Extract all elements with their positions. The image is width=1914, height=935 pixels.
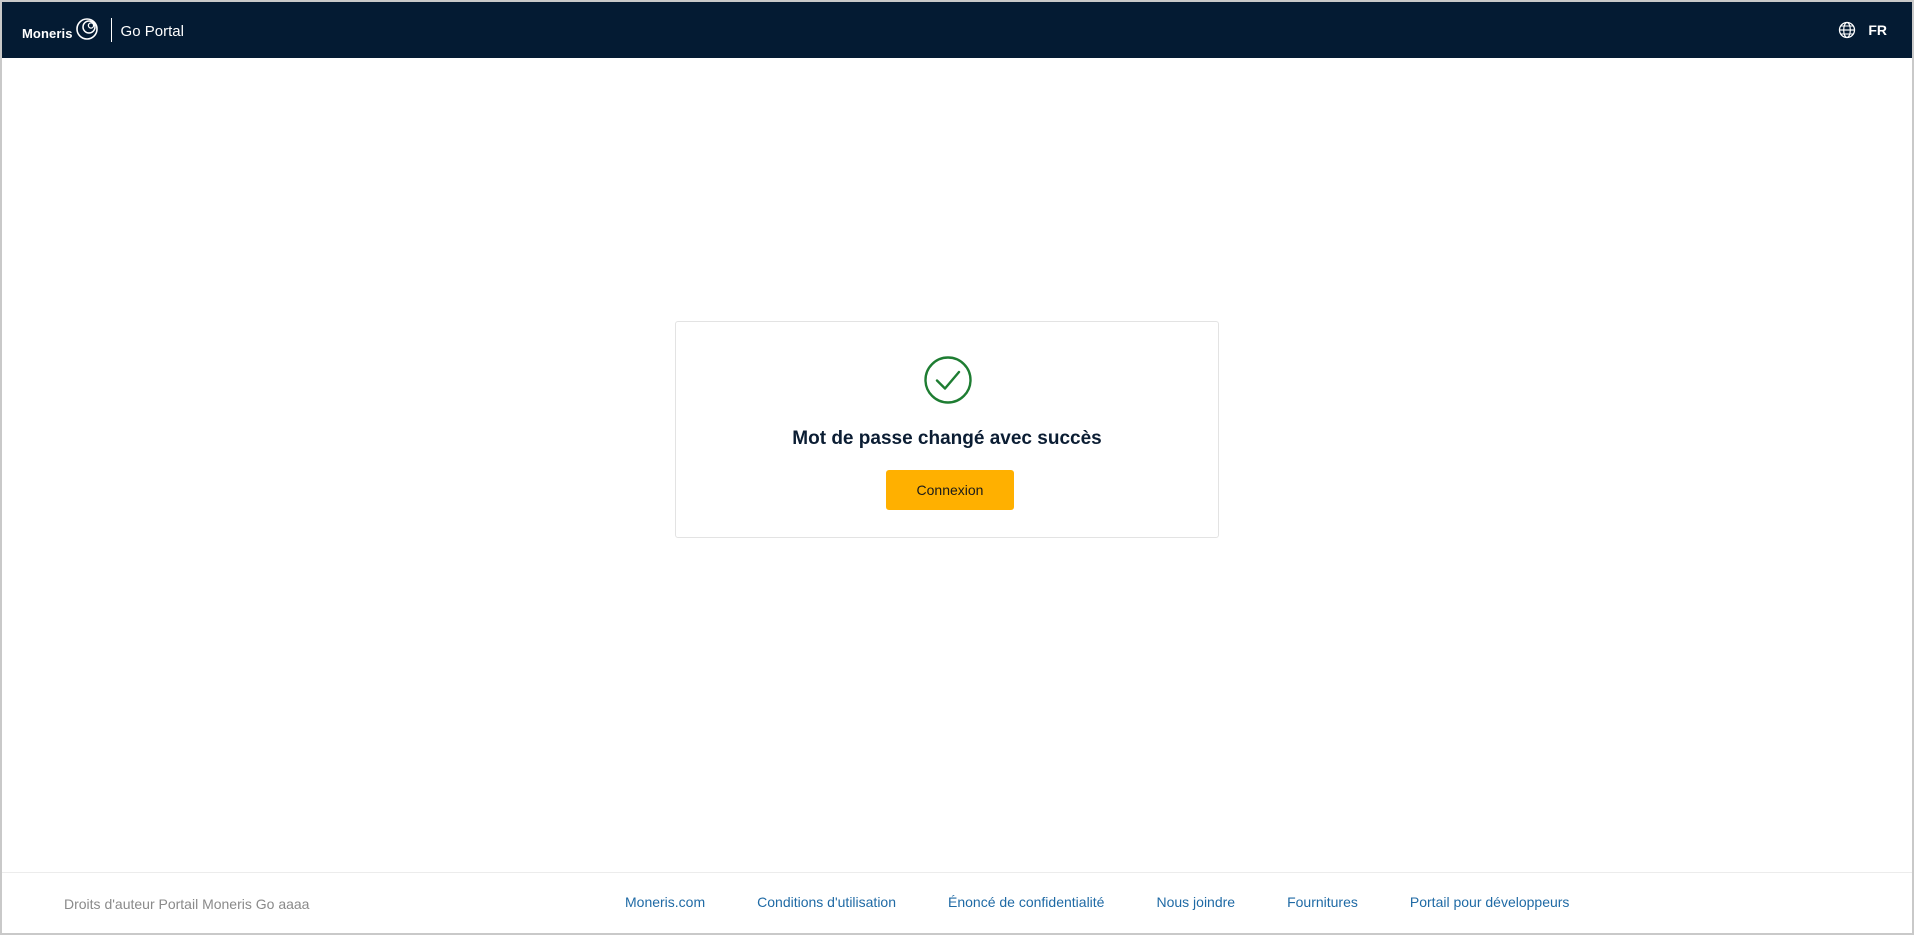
brand-name: Moneris bbox=[22, 26, 73, 41]
moneris-swirl-icon bbox=[75, 18, 98, 40]
language-label: FR bbox=[1868, 22, 1887, 38]
page: Moneris Go Portal FR Mot de passe changé… bbox=[2, 2, 1912, 933]
footer-link-privacy[interactable]: Énoncé de confidentialité bbox=[948, 894, 1104, 910]
copyright-text: Droits d'auteur Portail Moneris Go aaaa bbox=[64, 896, 310, 912]
language-switcher[interactable]: FR bbox=[1838, 19, 1887, 41]
globe-icon bbox=[1839, 21, 1856, 39]
footer-link-contact[interactable]: Nous joindre bbox=[1156, 894, 1235, 910]
footer-link-developers[interactable]: Portail pour développeurs bbox=[1410, 894, 1570, 910]
footer-link-supplies[interactable]: Fournitures bbox=[1287, 894, 1358, 910]
check-circle-icon bbox=[924, 356, 972, 404]
brand-divider bbox=[110, 18, 112, 42]
success-card: Mot de passe changé avec succès Connexio… bbox=[675, 321, 1219, 538]
top-bar: Moneris Go Portal FR bbox=[2, 2, 1912, 58]
success-message: Mot de passe changé avec succès bbox=[792, 428, 1102, 449]
login-button[interactable]: Connexion bbox=[886, 470, 1014, 510]
footer-links: Moneris.com Conditions d'utilisation Éno… bbox=[625, 894, 1569, 910]
footer: Droits d'auteur Portail Moneris Go aaaa … bbox=[2, 872, 1912, 933]
footer-link-moneris-com[interactable]: Moneris.com bbox=[625, 894, 705, 910]
brand[interactable]: Moneris Go Portal bbox=[22, 16, 184, 44]
footer-link-terms[interactable]: Conditions d'utilisation bbox=[757, 894, 896, 910]
product-name: Go Portal bbox=[120, 22, 184, 40]
